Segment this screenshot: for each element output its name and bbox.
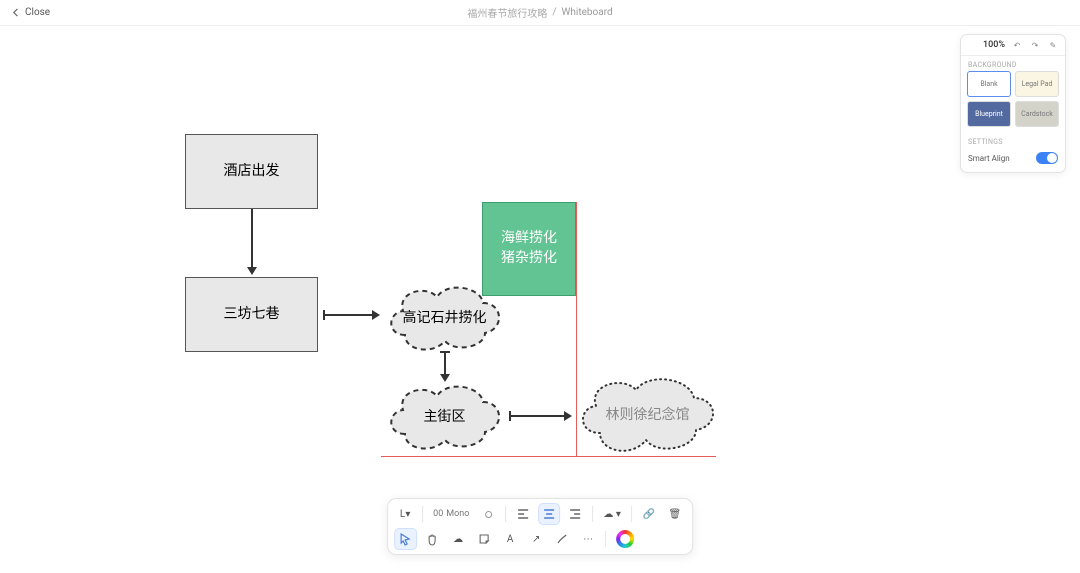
stroke-style-selector[interactable]: 00 Mono — [429, 503, 473, 525]
stroke-width-selector[interactable] — [477, 503, 499, 525]
pointer-tool-icon[interactable] — [394, 528, 417, 550]
close-label: Close — [25, 7, 50, 18]
arrow-tool-icon[interactable]: ↗ — [525, 528, 547, 550]
hand-tool-icon[interactable] — [421, 528, 443, 550]
redo-icon[interactable]: ↷ — [1029, 39, 1041, 51]
export-icon[interactable]: ✎ — [1047, 39, 1059, 51]
zoom-level[interactable]: 100% — [983, 40, 1005, 50]
connector-hotel-sanfang[interactable] — [251, 209, 253, 269]
undo-icon[interactable]: ↶ — [1011, 39, 1023, 51]
link-icon[interactable]: 🔗 — [638, 503, 660, 525]
chevron-left-icon — [12, 8, 21, 17]
style-row: L ▾ 00 Mono ☁ ▾ 🔗 🗑 — [394, 503, 686, 525]
node-mainstreet[interactable] — [381, 376, 508, 456]
settings-section-label: SETTINGS — [961, 133, 1065, 148]
bg-option-blueprint[interactable]: Blueprint — [967, 101, 1011, 127]
fill-style-icon[interactable]: ☁ ▾ — [599, 503, 625, 525]
size-selector[interactable]: L ▾ — [394, 503, 416, 525]
app-header: Close 福州春节旅行攻略 / Whiteboard — [0, 0, 1080, 26]
connector-mainstreet-linzexu[interactable] — [510, 415, 566, 417]
color-ring-icon — [616, 530, 634, 548]
doc-title[interactable]: 福州春节旅行攻略 — [467, 5, 547, 20]
more-tools-icon[interactable]: ⋯ — [577, 528, 599, 550]
cloud-shape-icon[interactable]: ☁ — [447, 528, 469, 550]
align-right-icon[interactable] — [564, 503, 586, 525]
connector-gaoji-mainstreet[interactable] — [444, 352, 446, 376]
node-gaoji[interactable] — [381, 277, 508, 357]
node-linzexu[interactable] — [570, 368, 725, 460]
page-name[interactable]: Whiteboard — [562, 7, 613, 18]
whiteboard-canvas[interactable]: 酒店出发 三坊七巷 海鲜捞化 猪杂捞化 高记石井捞化 主街区 林则徐纪念馆 — [0, 26, 1080, 573]
sticky-note-icon[interactable] — [473, 528, 495, 550]
background-section-label: BACKGROUND — [961, 56, 1065, 71]
close-button[interactable]: Close — [12, 7, 50, 18]
text-tool-icon[interactable]: A — [499, 528, 521, 550]
color-picker[interactable] — [612, 528, 638, 550]
node-hotel[interactable]: 酒店出发 — [185, 134, 318, 209]
align-center-icon[interactable] — [538, 503, 560, 525]
breadcrumb: 福州春节旅行攻略 / Whiteboard — [467, 5, 612, 20]
bg-option-legalpad[interactable]: Legal Pad — [1015, 71, 1059, 97]
connector-sanfang-gaoji[interactable] — [324, 314, 374, 316]
delete-icon[interactable]: 🗑 — [664, 503, 686, 525]
align-left-icon[interactable] — [512, 503, 534, 525]
bg-option-cardstock[interactable]: Cardstock — [1015, 101, 1059, 127]
smart-align-label: Smart Align — [968, 154, 1010, 163]
pen-tool-icon[interactable] — [551, 528, 573, 550]
tools-row: ☁ A ↗ ⋯ — [394, 528, 686, 550]
canvas-toolbar: L ▾ 00 Mono ☁ ▾ 🔗 🗑 ☁ — [387, 498, 693, 555]
bg-option-blank[interactable]: Blank — [967, 71, 1011, 97]
smart-align-toggle[interactable] — [1036, 152, 1058, 164]
node-sanfang[interactable]: 三坊七巷 — [185, 277, 318, 352]
style-panel: 100% ↶ ↷ ✎ BACKGROUND Blank Legal Pad Bl… — [960, 34, 1066, 173]
